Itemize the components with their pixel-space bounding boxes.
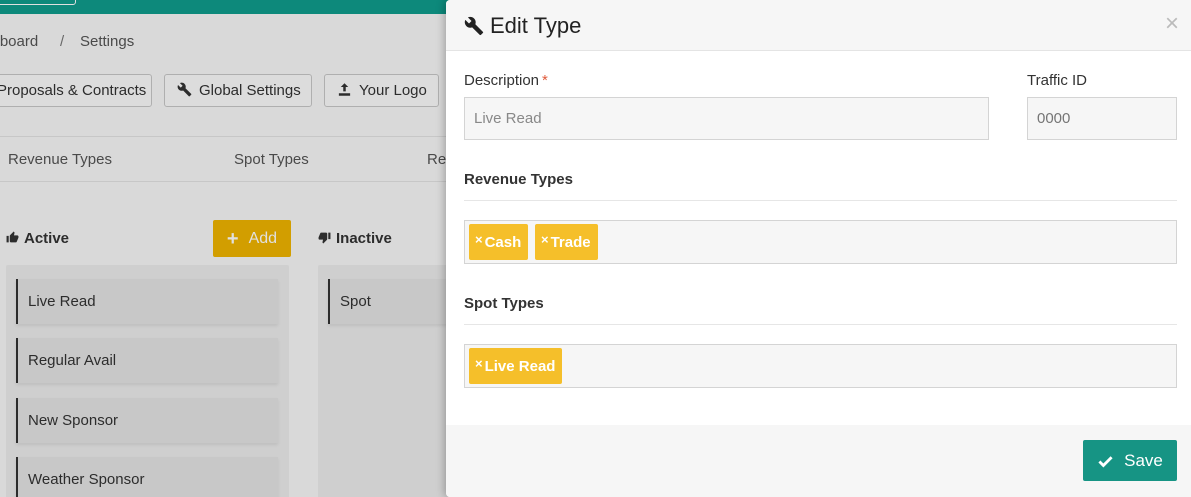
spot-types-multiselect[interactable]: × Live Read bbox=[464, 344, 1177, 388]
traffic-id-label: Traffic ID bbox=[1027, 72, 1088, 89]
remove-tag-icon[interactable]: × bbox=[475, 356, 483, 371]
check-icon bbox=[1097, 452, 1114, 469]
wrench-icon bbox=[464, 16, 484, 36]
save-button[interactable]: Save bbox=[1083, 440, 1177, 481]
tag-label: Cash bbox=[484, 233, 522, 251]
modal-title: Edit Type bbox=[464, 13, 581, 39]
description-label-text: Description bbox=[464, 72, 540, 89]
tag-live-read: × Live Read bbox=[469, 348, 563, 384]
divider bbox=[464, 324, 1177, 325]
tag-cash: × Cash bbox=[469, 224, 529, 260]
tag-label: Trade bbox=[550, 233, 591, 251]
save-button-label: Save bbox=[1124, 450, 1163, 470]
remove-tag-icon[interactable]: × bbox=[541, 232, 549, 247]
divider bbox=[464, 200, 1177, 201]
tag-label: Live Read bbox=[484, 357, 556, 375]
tag-trade: × Trade bbox=[535, 224, 598, 260]
description-input[interactable] bbox=[464, 97, 989, 140]
modal-title-text: Edit Type bbox=[490, 13, 582, 38]
revenue-types-heading: Revenue Types bbox=[464, 171, 573, 188]
description-label: Description * bbox=[464, 72, 548, 89]
close-icon[interactable]: × bbox=[1165, 12, 1179, 36]
spot-types-heading: Spot Types bbox=[464, 295, 544, 312]
traffic-id-input[interactable] bbox=[1027, 97, 1177, 140]
edit-type-modal: Edit Type × Description* Traffic ID Reve… bbox=[446, 0, 1191, 497]
revenue-types-multiselect[interactable]: × Cash × Trade bbox=[464, 220, 1177, 264]
required-marker: * bbox=[542, 72, 548, 89]
modal-footer: Save bbox=[446, 425, 1191, 497]
modal-header: Edit Type × bbox=[446, 0, 1191, 51]
remove-tag-icon[interactable]: × bbox=[475, 232, 483, 247]
